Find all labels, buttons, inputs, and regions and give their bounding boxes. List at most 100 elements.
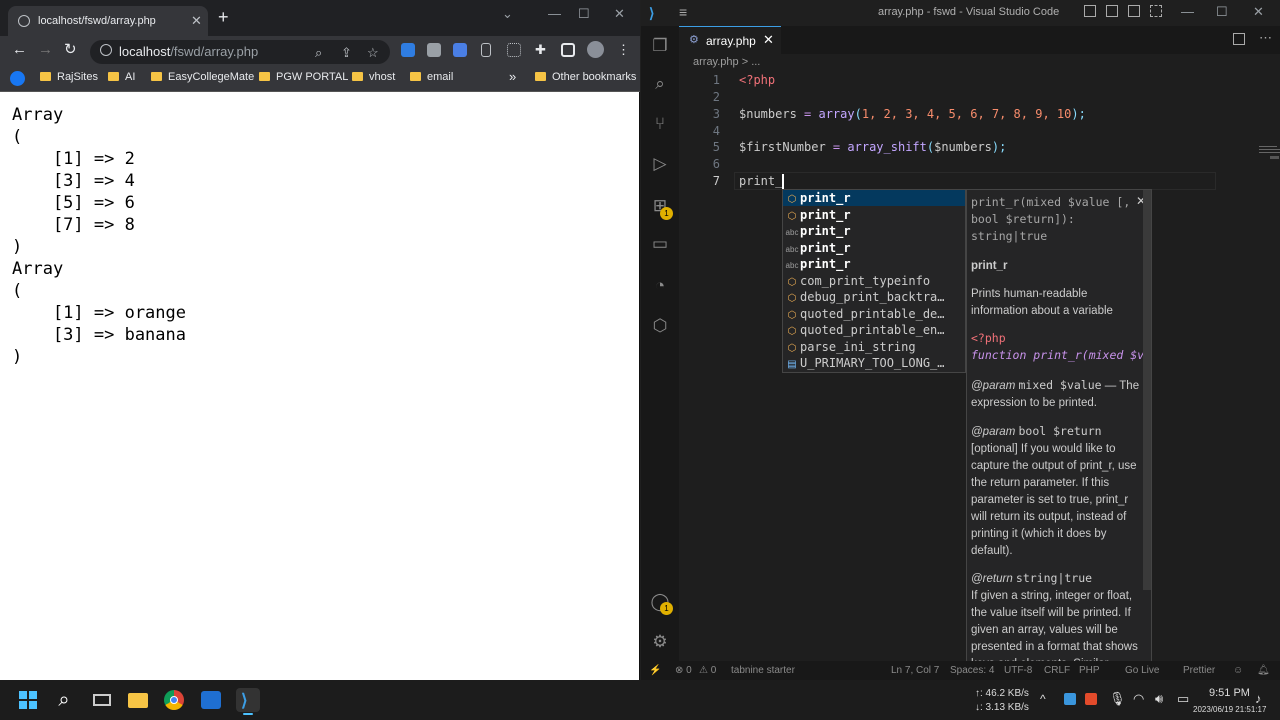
- tray-app-icon[interactable]: [1064, 693, 1076, 705]
- tab-search-icon[interactable]: ⌄: [502, 6, 513, 22]
- source-control-icon[interactable]: ⑂: [650, 114, 670, 134]
- run-debug-icon[interactable]: ▷: [650, 154, 670, 174]
- suggest-item[interactable]: ▤ U_PRIMARY_TOO_LONG_…: [783, 355, 965, 371]
- volume-icon[interactable]: 🔊︎: [1155, 691, 1163, 707]
- grid-extension-icon[interactable]: [507, 43, 521, 57]
- toggle-secondary-sidebar-icon[interactable]: [1128, 5, 1140, 17]
- task-view-icon[interactable]: [90, 688, 114, 712]
- explorer-icon[interactable]: ❐: [650, 36, 670, 56]
- site-info-icon[interactable]: [100, 44, 112, 56]
- share-icon[interactable]: ⇪: [341, 45, 352, 61]
- errors-count[interactable]: ⊗ 0: [675, 665, 692, 676]
- language-mode[interactable]: PHP: [1079, 665, 1100, 676]
- translate-extension-icon[interactable]: [453, 43, 467, 57]
- new-tab-button[interactable]: +: [218, 8, 229, 26]
- show-hidden-icons[interactable]: ^: [1040, 692, 1046, 706]
- details-scrollbar[interactable]: [1143, 190, 1151, 590]
- bookmark-vhost[interactable]: vhost: [352, 71, 395, 83]
- tray-app-icon[interactable]: [1085, 693, 1097, 705]
- close-tab-icon[interactable]: ✕: [763, 32, 774, 48]
- forward-icon[interactable]: →: [38, 42, 53, 58]
- bookmark-email[interactable]: email: [410, 71, 453, 83]
- battery-icon[interactable]: ▭: [1177, 691, 1189, 707]
- close-tab-icon[interactable]: ✕: [191, 13, 202, 29]
- split-editor-icon[interactable]: [1233, 33, 1245, 45]
- suggest-item[interactable]: ⬡ parse_ini_string: [783, 339, 965, 355]
- more-actions-icon[interactable]: ⋯: [1259, 30, 1272, 46]
- address-bar[interactable]: localhost/fswd/array.php ⌕ ⇪ ☆: [90, 40, 390, 64]
- bookmark-ai[interactable]: AI: [108, 71, 135, 83]
- search-icon[interactable]: ⌕: [650, 74, 670, 94]
- app-icon[interactable]: [199, 688, 223, 712]
- customize-layout-icon[interactable]: [1150, 5, 1162, 17]
- tab-array-php[interactable]: ⚙ array.php ✕: [679, 26, 781, 54]
- minimize-icon[interactable]: —: [1181, 4, 1194, 19]
- suggest-item[interactable]: abc print_r: [783, 240, 965, 256]
- minimize-icon[interactable]: —: [548, 6, 561, 21]
- reload-icon[interactable]: ↻: [64, 42, 77, 58]
- hamburger-menu-icon[interactable]: ≡: [679, 4, 687, 20]
- clock-time[interactable]: 9:51 PM: [1209, 687, 1250, 699]
- suggest-item[interactable]: ⬡ quoted_printable_de…: [783, 306, 965, 322]
- side-panel-icon[interactable]: [561, 43, 575, 57]
- maximize-icon[interactable]: ☐: [578, 6, 590, 22]
- close-window-icon[interactable]: ✕: [1253, 4, 1264, 20]
- suggest-item[interactable]: ⬡ quoted_printable_en…: [783, 322, 965, 338]
- toggle-panel-icon[interactable]: [1106, 5, 1118, 17]
- camera-extension-icon[interactable]: [427, 43, 441, 57]
- vscode-taskbar-icon[interactable]: ⟩: [236, 688, 260, 715]
- extension-icon[interactable]: [401, 43, 415, 57]
- chrome-icon[interactable]: [162, 688, 186, 712]
- back-icon[interactable]: ←: [12, 42, 27, 58]
- text-cursor: [782, 174, 784, 189]
- wifi-icon[interactable]: ◠: [1133, 691, 1144, 707]
- menu-kebab-icon[interactable]: ⋮: [617, 42, 630, 58]
- close-window-icon[interactable]: ✕: [614, 6, 625, 22]
- avatar[interactable]: [587, 41, 604, 58]
- clock-date[interactable]: 2023/06/19 21:51:17: [1193, 705, 1266, 714]
- suggest-item[interactable]: ⬡ print_r: [783, 207, 965, 223]
- prettier-status[interactable]: Prettier: [1183, 665, 1215, 676]
- bookmark-easycollegemate[interactable]: EasyCollegeMate: [151, 71, 254, 83]
- go-live-button[interactable]: Go Live: [1125, 665, 1159, 676]
- microphone-icon[interactable]: 🎙︎: [1109, 691, 1126, 707]
- feedback-icon[interactable]: ☺: [1233, 665, 1243, 676]
- suggest-item[interactable]: ⬡ debug_print_backtra…: [783, 289, 965, 305]
- file-explorer-icon[interactable]: [126, 688, 150, 712]
- suggest-item[interactable]: abc print_r: [783, 223, 965, 239]
- remote-explorer-icon[interactable]: ▭: [650, 234, 670, 254]
- tabnine-status[interactable]: tabnine starter: [731, 665, 795, 676]
- url-text[interactable]: localhost/fswd/array.php: [119, 44, 258, 59]
- bookmark-star-icon[interactable]: ☆: [367, 45, 379, 61]
- bookmark-pgw-portal[interactable]: PGW PORTAL: [259, 71, 348, 83]
- warnings-count[interactable]: ⚠ 0: [699, 665, 716, 676]
- suggest-item[interactable]: ⬡ print_r: [783, 190, 965, 206]
- remote-indicator-icon[interactable]: ⚡: [649, 665, 661, 676]
- cursor-position[interactable]: Ln 7, Col 7: [891, 665, 939, 676]
- toggle-sidebar-icon[interactable]: [1084, 5, 1096, 17]
- extensions-puzzle-icon[interactable]: ✚: [535, 42, 546, 58]
- windows-start-icon[interactable]: [16, 688, 40, 712]
- suggest-item[interactable]: abc print_r: [783, 256, 965, 272]
- bookmarks-overflow-button[interactable]: »: [509, 69, 516, 84]
- maximize-icon[interactable]: ☐: [1216, 4, 1228, 20]
- minimap[interactable]: [1259, 144, 1280, 154]
- editor-scrollbar[interactable]: [1270, 156, 1279, 159]
- other-bookmarks[interactable]: Other bookmarks: [535, 71, 636, 83]
- suggest-item[interactable]: ⬡ com_print_typeinfo: [783, 273, 965, 289]
- search-icon[interactable]: ⌕: [52, 688, 76, 712]
- bookmark-rajsites[interactable]: RajSites: [40, 71, 98, 83]
- settings-gear-icon[interactable]: ⚙: [650, 632, 670, 652]
- breadcrumb[interactable]: array.php > ...: [693, 56, 760, 68]
- zoom-icon[interactable]: ⌕: [315, 45, 322, 61]
- browser-tab-active[interactable]: localhost/fswd/array.php ✕: [8, 6, 208, 36]
- notifications-icon[interactable]: ♪: [1255, 691, 1262, 706]
- indentation[interactable]: Spaces: 4: [950, 665, 994, 676]
- docker-icon[interactable]: ⬡: [650, 316, 670, 336]
- line-endings[interactable]: CRLF: [1044, 665, 1070, 676]
- encoding[interactable]: UTF-8: [1004, 665, 1032, 676]
- facebook-icon[interactable]: [10, 71, 25, 86]
- device-extension-icon[interactable]: [481, 43, 491, 57]
- git-graph-icon[interactable]: ◔: [650, 276, 670, 296]
- notifications-bell-icon[interactable]: 🔔︎: [1257, 665, 1270, 676]
